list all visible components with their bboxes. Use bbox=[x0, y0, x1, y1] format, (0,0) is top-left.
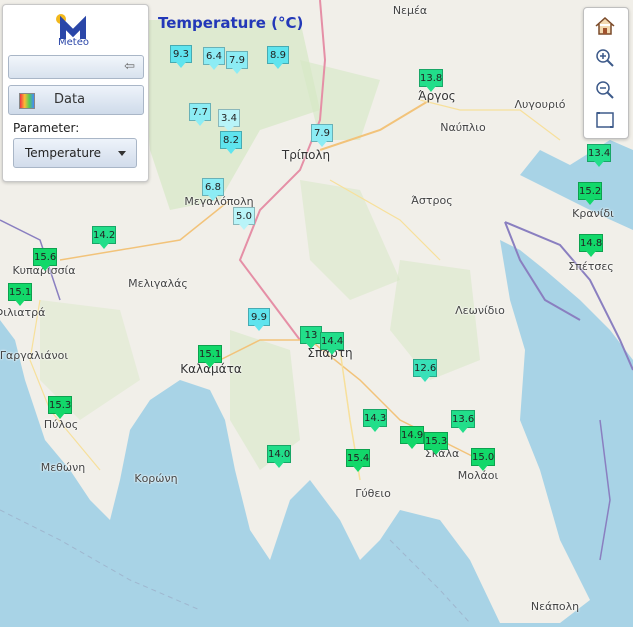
place-label: Μεθώνη bbox=[40, 461, 86, 474]
temperature-marker[interactable]: 6.4 bbox=[203, 47, 225, 70]
place-label: Λυγουριό bbox=[514, 98, 566, 111]
marker-pointer bbox=[594, 161, 604, 167]
marker-pointer bbox=[431, 449, 441, 455]
home-icon[interactable] bbox=[593, 14, 617, 38]
sea-route bbox=[389, 539, 471, 624]
marker-pointer bbox=[209, 64, 219, 70]
temperature-marker[interactable]: 15.4 bbox=[346, 449, 370, 472]
temperature-marker[interactable]: 8.9 bbox=[267, 46, 289, 69]
temperature-marker[interactable]: 7.9 bbox=[226, 51, 248, 74]
arrow-left-icon: ⇦ bbox=[124, 59, 135, 74]
temperature-marker[interactable]: 13.8 bbox=[419, 69, 443, 92]
place-label: Σπέτσες bbox=[568, 260, 614, 273]
place-label: Μελιγαλάς bbox=[128, 277, 188, 290]
marker-pointer bbox=[273, 63, 283, 69]
marker-pointer bbox=[239, 224, 249, 230]
temperature-marker[interactable]: 9.9 bbox=[248, 308, 270, 331]
marker-pointer bbox=[586, 251, 596, 257]
map-toolbar bbox=[583, 7, 629, 139]
temperature-marker[interactable]: 15.2 bbox=[578, 182, 602, 205]
marker-pointer bbox=[205, 362, 215, 368]
marker-pointer bbox=[99, 243, 109, 249]
marker-pointer bbox=[55, 413, 65, 419]
control-panel: Meteo ⇦ Data Parameter: Temperature bbox=[2, 4, 149, 182]
collapse-panel-button[interactable]: ⇦ bbox=[8, 55, 144, 79]
temperature-marker[interactable]: 15.6 bbox=[33, 248, 57, 271]
marker-pointer bbox=[232, 68, 242, 74]
marker-pointer bbox=[407, 443, 417, 449]
place-label: Νεάπολη bbox=[530, 600, 580, 613]
parameter-label: Parameter: bbox=[13, 121, 80, 135]
place-label: Κορώνη bbox=[134, 472, 178, 485]
chevron-down-icon bbox=[118, 151, 126, 156]
temperature-marker[interactable]: 14.9 bbox=[400, 426, 424, 449]
marker-pointer bbox=[274, 462, 284, 468]
temperature-marker[interactable]: 15.1 bbox=[8, 283, 32, 306]
boundary-line bbox=[599, 419, 611, 561]
marker-pointer bbox=[458, 427, 468, 433]
temperature-marker[interactable]: 9.3 bbox=[170, 45, 192, 68]
data-button-label: Data bbox=[54, 92, 86, 107]
temperature-marker[interactable]: 3.4 bbox=[218, 109, 240, 132]
zoom-in-icon[interactable] bbox=[593, 46, 617, 70]
zoom-out-icon[interactable] bbox=[593, 78, 617, 102]
map-title: Temperature (°C) bbox=[158, 14, 304, 32]
temperature-marker[interactable]: 15.1 bbox=[198, 345, 222, 368]
place-label: Λεωνίδιο bbox=[455, 304, 505, 317]
temperature-marker[interactable]: 7.7 bbox=[189, 103, 211, 126]
marker-pointer bbox=[306, 343, 316, 349]
temperature-marker[interactable]: 14.3 bbox=[363, 409, 387, 432]
data-button[interactable]: Data bbox=[8, 85, 144, 115]
marker-pointer bbox=[15, 300, 25, 306]
marker-pointer bbox=[420, 376, 430, 382]
marker-pointer bbox=[176, 62, 186, 68]
marker-pointer bbox=[327, 349, 337, 355]
temperature-marker[interactable]: 5.0 bbox=[233, 207, 255, 230]
temperature-marker[interactable]: 6.8 bbox=[202, 178, 224, 201]
temperature-marker[interactable]: 15.3 bbox=[424, 432, 448, 455]
place-label: Νεμέα bbox=[392, 4, 428, 17]
place-label: Τρίπολη bbox=[281, 148, 331, 162]
marker-pointer bbox=[208, 195, 218, 201]
place-label: Πύλος bbox=[43, 418, 79, 431]
marker-pointer bbox=[585, 199, 595, 205]
temperature-marker[interactable]: 14.2 bbox=[92, 226, 116, 249]
temperature-marker[interactable]: 13.6 bbox=[451, 410, 475, 433]
temperature-marker[interactable]: 14.8 bbox=[579, 234, 603, 257]
marker-pointer bbox=[226, 148, 236, 154]
place-label: Φιλιατρά bbox=[0, 306, 46, 319]
temperature-marker[interactable]: 14.4 bbox=[320, 332, 344, 355]
marker-pointer bbox=[254, 325, 264, 331]
place-label: Γύθειο bbox=[355, 487, 391, 500]
place-label: Ναύπλιο bbox=[440, 121, 486, 134]
logo-text: Meteo bbox=[58, 37, 89, 48]
sea-route bbox=[0, 509, 201, 611]
lake bbox=[586, 172, 598, 180]
parameter-select-value: Temperature bbox=[25, 146, 102, 160]
marker-pointer bbox=[40, 265, 50, 271]
place-label: Κρανίδι bbox=[572, 207, 614, 220]
marker-pointer bbox=[353, 466, 363, 472]
temperature-marker[interactable]: 15.0 bbox=[471, 448, 495, 471]
place-label: Γαργαλιάνοι bbox=[0, 349, 69, 362]
place-label: Άστρος bbox=[411, 194, 453, 207]
palette-icon bbox=[19, 93, 35, 109]
parameter-select[interactable]: Temperature bbox=[13, 138, 137, 168]
temperature-marker[interactable]: 13 bbox=[300, 326, 322, 349]
marker-pointer bbox=[317, 141, 327, 147]
marker-pointer bbox=[370, 426, 380, 432]
temperature-marker[interactable]: 15.3 bbox=[48, 396, 72, 419]
temperature-marker[interactable]: 7.9 bbox=[311, 124, 333, 147]
marker-pointer bbox=[426, 86, 436, 92]
place-label: Άργος bbox=[418, 89, 456, 103]
temperature-marker[interactable]: 8.2 bbox=[220, 131, 242, 154]
marker-pointer bbox=[478, 465, 488, 471]
zoom-extent-icon[interactable] bbox=[593, 108, 617, 132]
marker-pointer bbox=[195, 120, 205, 126]
temperature-marker[interactable]: 12.6 bbox=[413, 359, 437, 382]
temperature-marker[interactable]: 14.0 bbox=[267, 445, 291, 468]
temperature-marker[interactable]: 13.4 bbox=[587, 144, 611, 167]
